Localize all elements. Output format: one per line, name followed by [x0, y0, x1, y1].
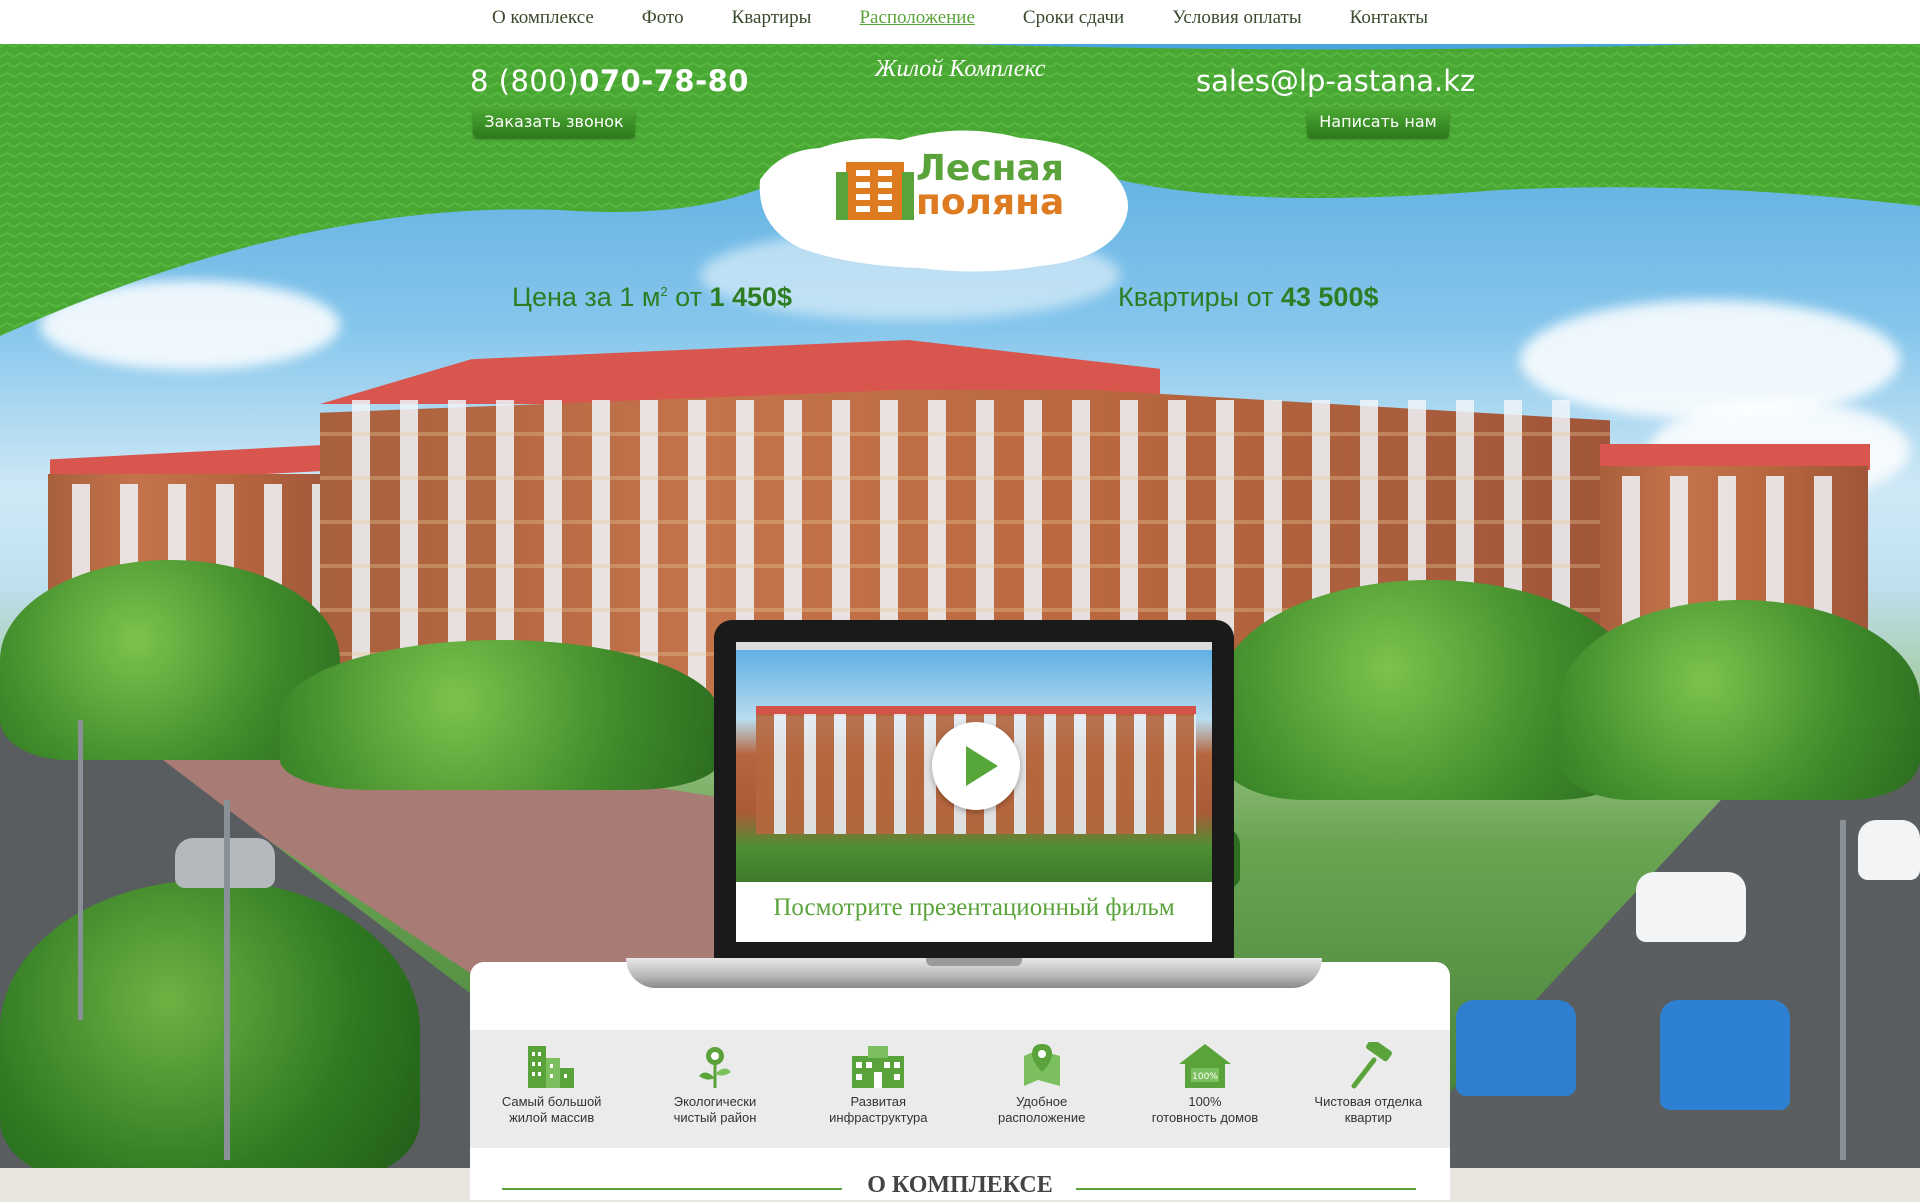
features-strip: Самый большой жилой массив Экологически чи… [470, 1030, 1450, 1148]
car [1636, 872, 1746, 942]
price-apt-prefix: Квартиры от [1118, 282, 1281, 312]
play-icon[interactable] [932, 722, 1020, 810]
nav-item-payment[interactable]: Условия оплаты [1148, 0, 1325, 36]
logo[interactable]: Лесная поляна [836, 150, 1076, 226]
feature-label-line1: 100% [1188, 1094, 1222, 1109]
feature-label-line2: жилой массив [509, 1110, 595, 1125]
feature-readiness: 100% 100% готовность домов [1123, 1030, 1286, 1148]
nav-item-about[interactable]: О комплексе [468, 0, 618, 36]
phone-digits: 070-78-80 [579, 64, 749, 98]
email-link[interactable]: sales@lp-astana.kz [1196, 64, 1475, 98]
heading-rule-left [502, 1188, 842, 1190]
nav-item-contacts[interactable]: Контакты [1326, 0, 1452, 36]
feature-label-line2: готовность домов [1151, 1110, 1259, 1125]
car [1660, 1000, 1790, 1110]
feature-label-line1: Самый большой [501, 1094, 602, 1109]
flower-icon [698, 1047, 731, 1088]
car [1456, 1000, 1576, 1096]
feature-label-line2: чистый район [673, 1110, 757, 1125]
video-player[interactable]: Посмотрите презентационный фильм [736, 642, 1212, 942]
trees [0, 880, 420, 1168]
nav-item-deadlines[interactable]: Сроки сдачи [999, 0, 1148, 36]
phone-number[interactable]: 8 (800)070-78-80 [470, 64, 749, 98]
feature-infrastructure: Развитая инфраструктура [797, 1030, 960, 1148]
nav-item-photo[interactable]: Фото [618, 0, 708, 36]
feature-label-line1: Развитая [850, 1094, 907, 1109]
feature-label-line2: квартир [1344, 1110, 1392, 1125]
phone-prefix: 8 (800) [470, 64, 580, 98]
feature-finishing: Чистовая отделка квартир [1287, 1030, 1450, 1148]
tagline: Жилой Комплекс [874, 56, 1046, 82]
main-nav: О комплексе Фото Квартиры Расположение С… [0, 0, 1920, 36]
price-per-sqm: Цена за 1 м2 от 1 450$ [512, 282, 792, 313]
video-caption[interactable]: Посмотрите презентационный фильм [736, 882, 1212, 934]
heading-rule-right [1076, 1188, 1416, 1190]
street-lamp [224, 800, 230, 1160]
nav-item-apartments[interactable]: Квартиры [708, 0, 836, 36]
laptop-notch [926, 958, 1022, 966]
infrastructure-icon [852, 1046, 905, 1088]
feature-label-line1: Удобное [1016, 1094, 1068, 1109]
feature-label-line1: Чистовая отделка [1314, 1094, 1423, 1109]
price-sqm-sup: 2 [660, 284, 668, 299]
logo-building-icon [836, 162, 914, 220]
house-100-icon: 100% [1178, 1044, 1231, 1088]
screen-menubar [736, 642, 1212, 650]
price-sqm-from: от [667, 282, 710, 312]
logo-line-1: Лесная [916, 148, 1064, 189]
price-sqm-value: 1 450$ [709, 282, 793, 312]
callback-button[interactable]: Заказать звонок [473, 107, 635, 137]
price-sqm-prefix: Цена за 1 м [512, 282, 661, 312]
price-apartments: Квартиры от 43 500$ [1118, 282, 1378, 313]
car [1858, 820, 1920, 880]
logo-text: Лесная поляна [916, 148, 1065, 223]
street-lamp [78, 720, 83, 1020]
trees [280, 640, 720, 790]
write-us-button[interactable]: Написать нам [1307, 107, 1449, 137]
feature-location: Удобное расположение [960, 1030, 1123, 1148]
feature-largest-complex: Самый большой жилой массив [470, 1030, 633, 1148]
feature-label-line1: Экологически [673, 1094, 757, 1109]
paint-roller-icon [1351, 1042, 1393, 1089]
street-lamp [1840, 820, 1846, 1160]
feature-label-line2: расположение [997, 1110, 1086, 1125]
house-badge: 100% [1192, 1072, 1218, 1082]
logo-line-2: поляна [916, 182, 1065, 223]
section-heading: О КОМПЛЕКСЕ [470, 1172, 1450, 1202]
buildings-icon [527, 1046, 574, 1088]
road-right [1380, 760, 1920, 1168]
feature-label-line2: инфраструктура [829, 1110, 928, 1125]
price-apt-value: 43 500$ [1280, 282, 1379, 312]
trees [1560, 600, 1920, 800]
nav-item-location[interactable]: Расположение [835, 0, 998, 36]
feature-eco-district: Экологически чистый район [633, 1030, 796, 1148]
section-title: О КОМПЛЕКСЕ [851, 1172, 1069, 1198]
map-pin-icon [1023, 1044, 1060, 1086]
